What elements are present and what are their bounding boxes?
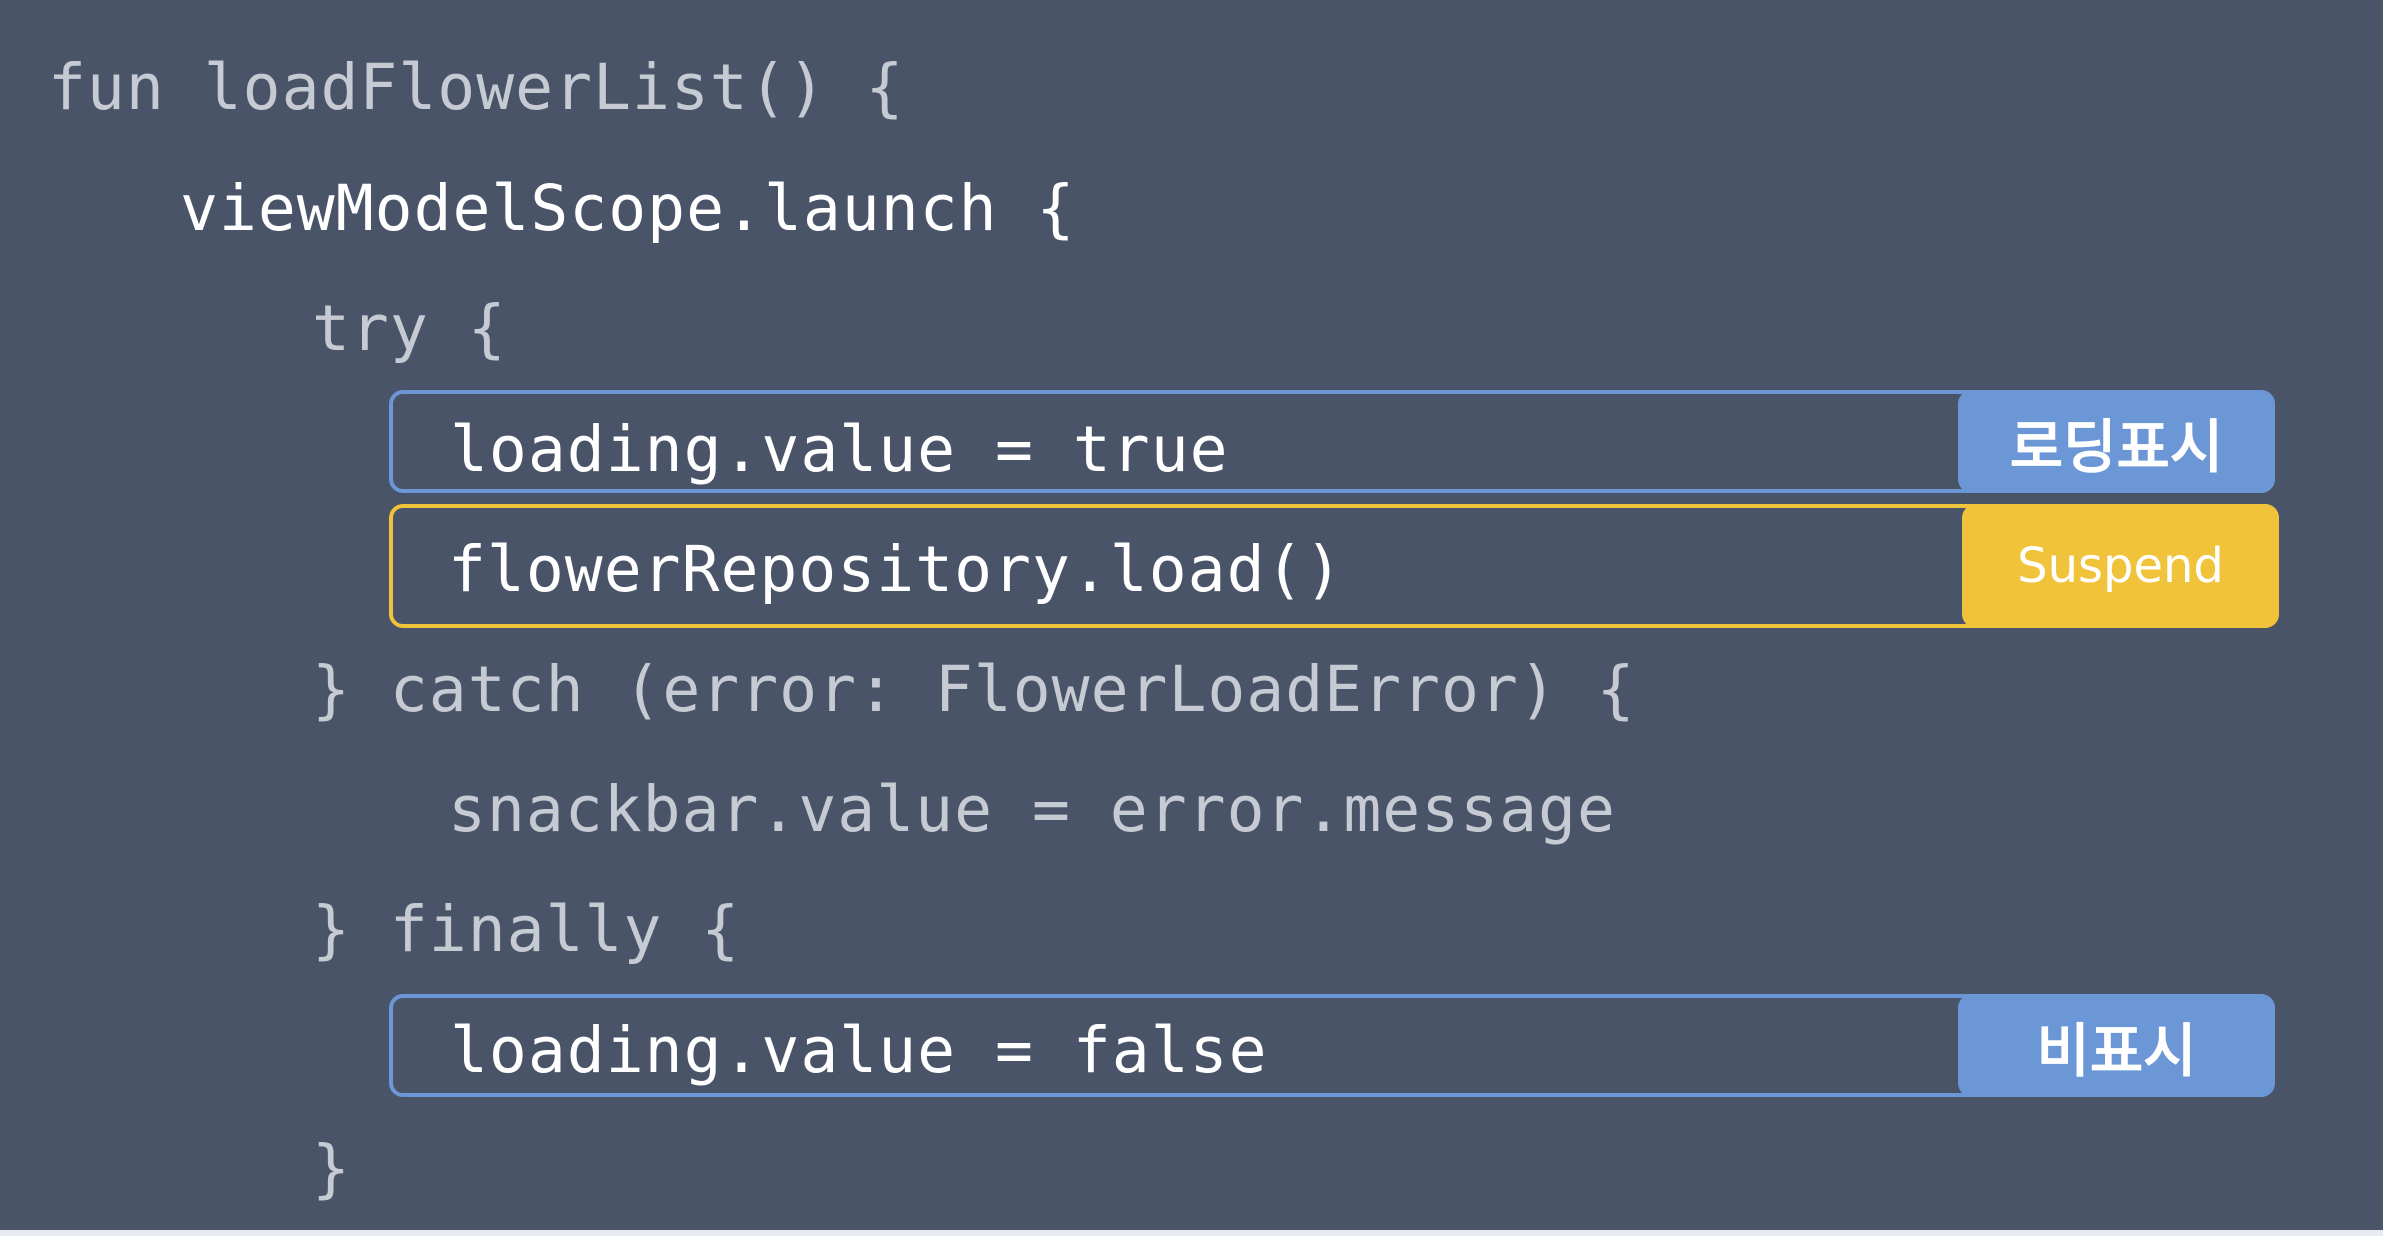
- code-line-try: try {: [312, 292, 507, 365]
- badge-hide: 비표시: [1958, 994, 2275, 1097]
- code-line-snackbar: snackbar.value = error.message: [448, 773, 1616, 846]
- code-line-closing-brace: }: [312, 1132, 351, 1205]
- code-line-finally: } finally {: [312, 893, 741, 966]
- badge-suspend: Suspend: [1962, 504, 2279, 628]
- code-line-function-declaration: fun loadFlowerList() {: [48, 51, 905, 124]
- bottom-divider: [0, 1230, 2383, 1236]
- code-line-loading-false: loading.value = false: [450, 1014, 1268, 1087]
- code-line-catch: } catch (error: FlowerLoadError) {: [312, 653, 1636, 726]
- badge-show-loading: 로딩표시: [1958, 390, 2275, 493]
- code-line-loading-true: loading.value = true: [450, 413, 1229, 486]
- code-line-repository-load: flowerRepository.load(): [448, 533, 1344, 606]
- code-line-launch: viewModelScope.launch {: [180, 172, 1076, 245]
